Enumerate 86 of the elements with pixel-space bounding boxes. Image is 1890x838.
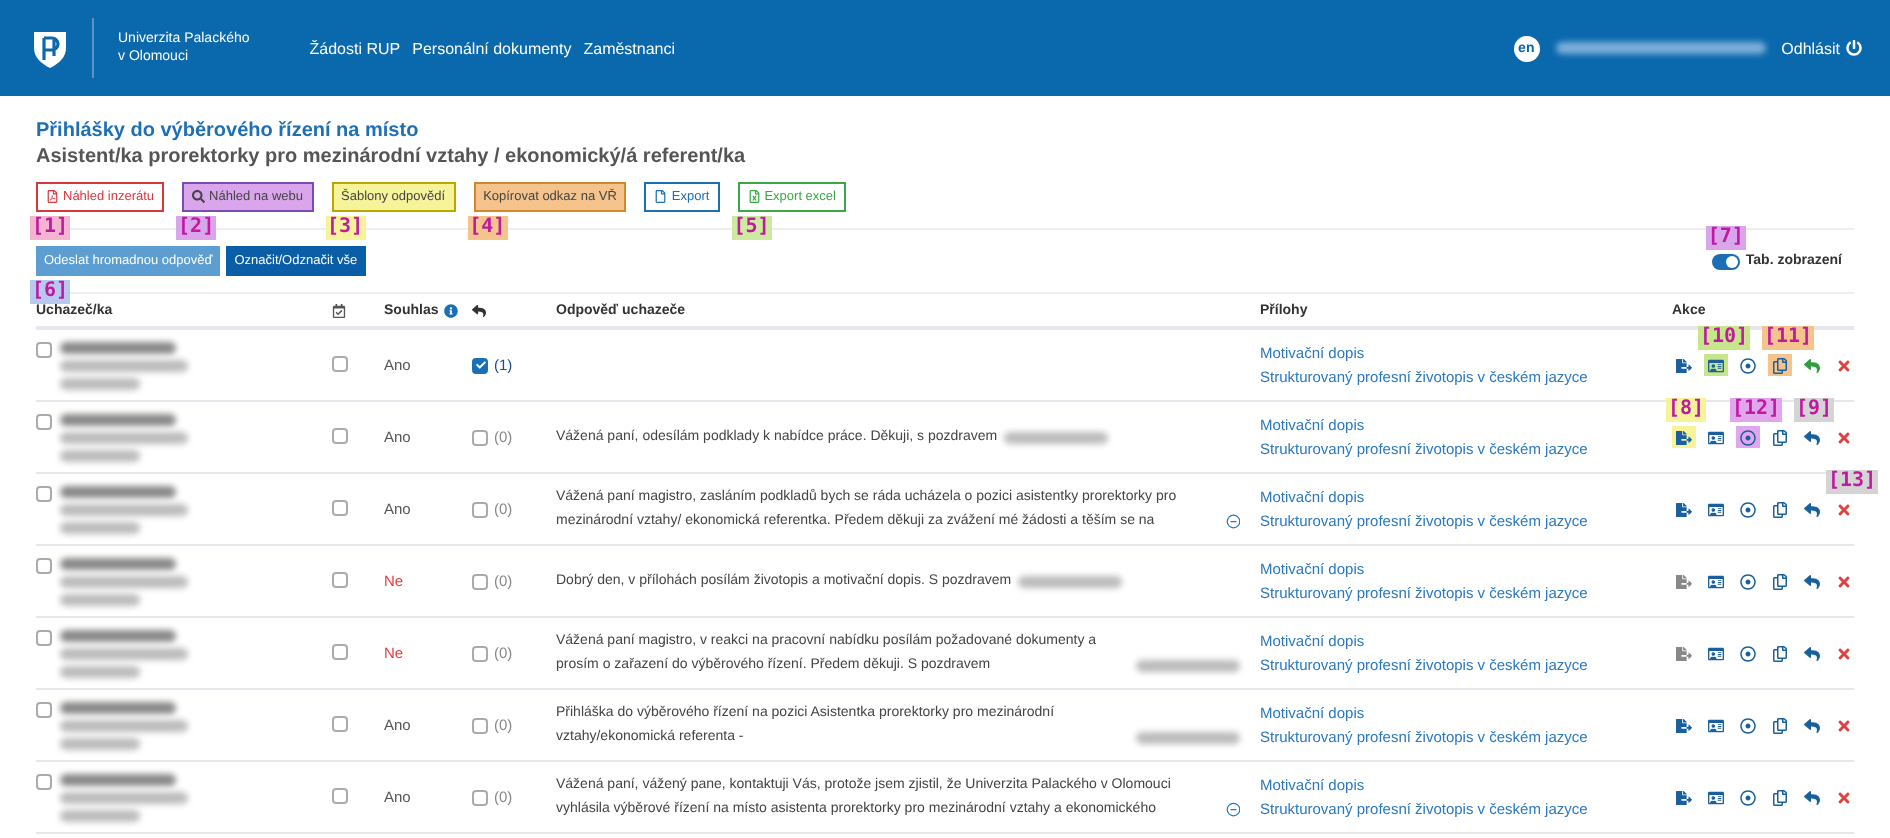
table-view-toggle[interactable] bbox=[1711, 253, 1740, 269]
logo-icon[interactable] bbox=[28, 26, 72, 70]
reply-icon[interactable] bbox=[1800, 570, 1824, 592]
file-export-icon[interactable] bbox=[1672, 354, 1696, 376]
page-subtitle: Asistent/ka prorektorky pro mezinárodní vztahy / ekonomický/á referent/ka bbox=[36, 146, 748, 168]
reply-icon[interactable] bbox=[1800, 426, 1824, 448]
file-export-icon[interactable] bbox=[1672, 426, 1696, 448]
calendar-checkbox[interactable] bbox=[332, 643, 348, 659]
calendar-checkbox[interactable] bbox=[332, 571, 348, 587]
copy-icon[interactable] bbox=[1768, 642, 1792, 664]
pdf-file-icon bbox=[46, 190, 59, 204]
row-checkbox[interactable] bbox=[36, 629, 52, 645]
id-card-icon[interactable] bbox=[1704, 426, 1728, 448]
id-card-icon[interactable] bbox=[1704, 642, 1728, 664]
nav-link[interactable]: Žádosti RUP bbox=[309, 39, 401, 57]
row-checkbox[interactable] bbox=[36, 701, 52, 717]
callout-label: [3] bbox=[325, 216, 366, 240]
search-icon bbox=[192, 190, 206, 204]
calendar-checkbox[interactable] bbox=[332, 787, 348, 803]
callout-label: [4] bbox=[467, 216, 508, 240]
collapse-icon[interactable] bbox=[1225, 802, 1240, 817]
reply-checkbox[interactable] bbox=[472, 357, 488, 373]
callout-label: [6] bbox=[30, 280, 71, 304]
reply-checkbox[interactable] bbox=[472, 501, 488, 517]
copy-icon[interactable] bbox=[1768, 786, 1792, 808]
reply-checkbox[interactable] bbox=[472, 573, 488, 589]
calendar-checkbox[interactable] bbox=[332, 427, 348, 443]
info-icon bbox=[444, 303, 459, 317]
nav-link[interactable]: Zaměstnanci bbox=[583, 39, 676, 57]
callout-label: [12] bbox=[1730, 398, 1783, 422]
id-card-icon[interactable] bbox=[1704, 714, 1728, 736]
callout-label: [13] bbox=[1826, 470, 1879, 494]
id-card-icon[interactable] bbox=[1704, 570, 1728, 592]
row-checkbox[interactable] bbox=[36, 557, 52, 573]
callout-label: [8] bbox=[1666, 398, 1707, 422]
copy-icon[interactable] bbox=[1768, 714, 1792, 736]
id-card-icon[interactable] bbox=[1704, 354, 1728, 376]
redacted-contact bbox=[60, 557, 188, 605]
reply-icon[interactable] bbox=[1800, 786, 1824, 808]
row-checkbox[interactable] bbox=[36, 773, 52, 789]
row-checkbox[interactable] bbox=[36, 341, 52, 357]
file-icon bbox=[654, 190, 668, 204]
collapse-icon[interactable] bbox=[1225, 514, 1240, 529]
spreadsheet-file-icon bbox=[747, 190, 761, 204]
calendar-checkbox[interactable] bbox=[332, 715, 348, 731]
callout-label: [9] bbox=[1794, 398, 1835, 422]
reply-icon[interactable] bbox=[1800, 642, 1824, 664]
nav-link[interactable]: Personální dokumenty bbox=[412, 39, 572, 57]
redacted-contact bbox=[60, 413, 188, 461]
calendar-icon bbox=[332, 303, 346, 317]
reply-icon[interactable] bbox=[1800, 714, 1824, 736]
reply-checkbox[interactable] bbox=[472, 789, 488, 805]
redacted-contact bbox=[60, 485, 188, 533]
id-card-icon[interactable] bbox=[1704, 498, 1728, 520]
copy-icon[interactable] bbox=[1768, 354, 1792, 376]
file-export-icon[interactable] bbox=[1672, 714, 1696, 736]
callout-label: [10] bbox=[1698, 326, 1751, 350]
callout-label: [2] bbox=[176, 216, 217, 240]
copy-icon[interactable] bbox=[1768, 570, 1792, 592]
reply-icon[interactable] bbox=[1800, 498, 1824, 520]
reply-checkbox[interactable] bbox=[472, 717, 488, 733]
redacted-contact bbox=[60, 341, 188, 389]
dot-circle-icon[interactable] bbox=[1736, 426, 1760, 448]
row-checkbox[interactable] bbox=[36, 485, 52, 501]
file-export-icon[interactable] bbox=[1672, 786, 1696, 808]
redacted-contact bbox=[60, 773, 188, 821]
copy-icon[interactable] bbox=[1768, 426, 1792, 448]
logout-link[interactable]: Odhlásit bbox=[1781, 39, 1862, 57]
reply-icon bbox=[472, 303, 486, 317]
power-icon bbox=[1846, 40, 1862, 56]
redacted-contact bbox=[60, 629, 188, 677]
reply-checkbox[interactable] bbox=[472, 645, 488, 661]
calendar-checkbox[interactable] bbox=[332, 355, 348, 371]
reply-checkbox[interactable] bbox=[472, 429, 488, 445]
callout-label: [1] bbox=[30, 216, 71, 240]
file-export-icon[interactable] bbox=[1672, 498, 1696, 520]
callout-label: [5] bbox=[731, 216, 772, 240]
callout-label: [7] bbox=[1705, 225, 1746, 249]
redacted-contact bbox=[60, 701, 188, 749]
id-card-icon[interactable] bbox=[1704, 786, 1728, 808]
calendar-checkbox[interactable] bbox=[332, 499, 348, 515]
row-checkbox[interactable] bbox=[36, 413, 52, 429]
reply-icon[interactable] bbox=[1800, 354, 1824, 376]
callout-label: [11] bbox=[1762, 326, 1815, 350]
page-title: Přihlášky do výběrového řízení na místo bbox=[36, 120, 421, 142]
copy-icon[interactable] bbox=[1768, 498, 1792, 520]
